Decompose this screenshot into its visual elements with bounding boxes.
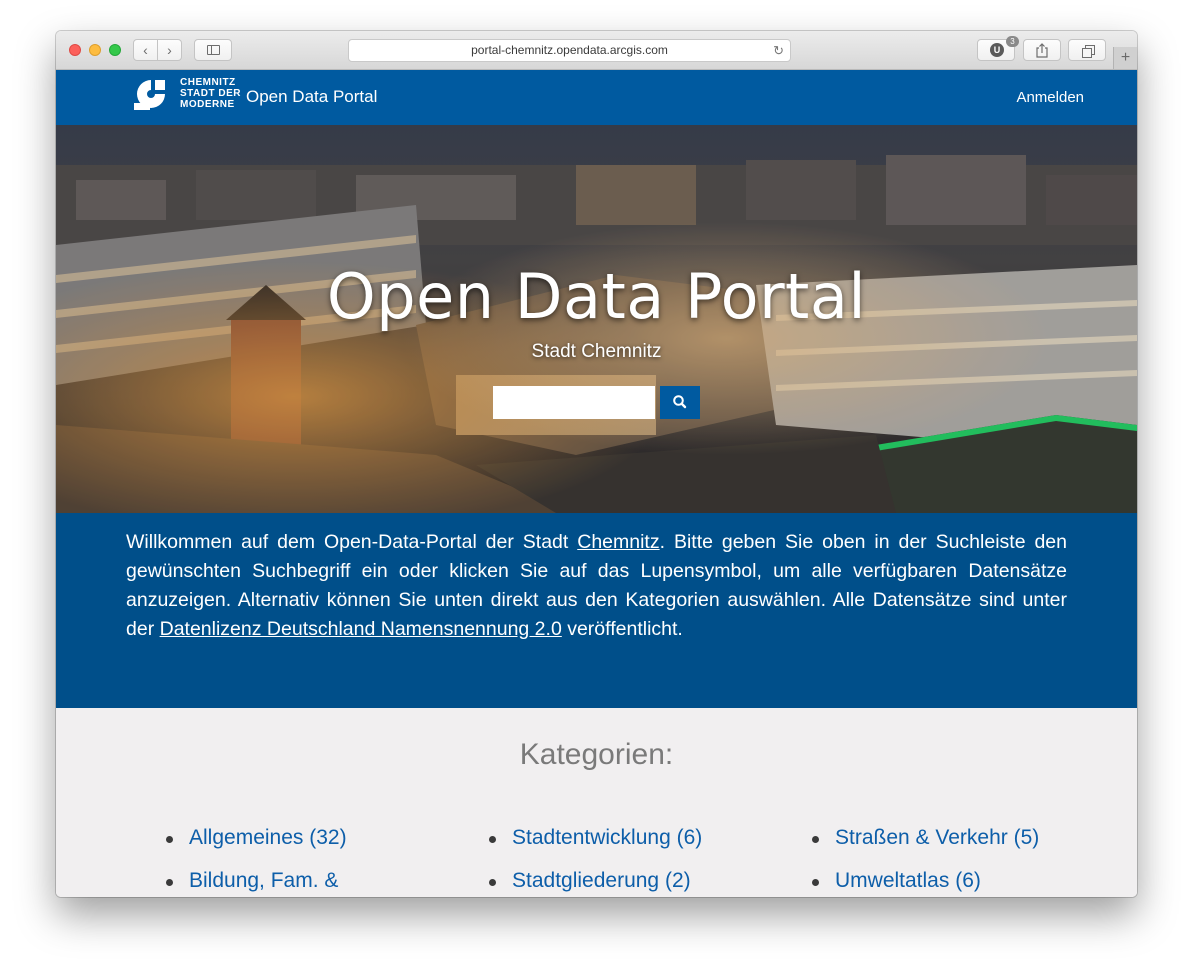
chemnitz-link[interactable]: Chemnitz [577,531,659,553]
address-bar[interactable]: portal-chemnitz.opendata.arcgis.com ↻ [348,39,791,62]
welcome-section: Willkommen auf dem Open-Data-Portal der … [56,513,1137,708]
tab-overview-button[interactable] [1068,39,1106,61]
extension-icon: U [990,43,1004,57]
sidebar-toggle-button[interactable] [194,39,232,61]
browser-toolbar: ‹ › portal-chemnitz.opendata.arcgis.com … [56,31,1137,70]
category-label: Straßen & Verkehr (5) [835,826,1040,849]
chemnitz-logo-icon[interactable] [133,77,169,111]
url-text: portal-chemnitz.opendata.arcgis.com [471,43,668,57]
category-item[interactable]: Stadtgliederung (2) [489,869,702,897]
bullet-icon [489,836,496,843]
license-link[interactable]: Datenlizenz Deutschland Namensnennung 2.… [160,618,562,640]
search-button[interactable] [660,386,700,419]
hero-title: Open Data Portal [326,260,867,333]
chevron-left-icon: ‹ [143,42,148,58]
welcome-text-part: veröffentlicht. [561,618,683,640]
share-icon [1036,43,1048,58]
category-item[interactable]: Allgemeines (32) [166,826,347,869]
login-link[interactable]: Anmelden [1016,89,1084,106]
plus-icon: + [1120,49,1131,66]
sidebar-icon [207,45,220,55]
category-column: Stadtentwicklung (6) Stadtgliederung (2) [489,826,703,897]
category-label: Allgemeines (32) [189,826,347,849]
categories-heading: Kategorien: [519,738,674,771]
hero-banner: Open Data Portal Stadt Chemnitz [56,125,1137,513]
hero-subtitle: Stadt Chemnitz [531,341,662,362]
tabs-icon-back [1082,48,1092,58]
logo-line: MODERNE [180,99,235,110]
forward-button[interactable]: › [157,39,182,61]
category-item[interactable]: Bildung, Fam. & [166,869,347,897]
category-item[interactable]: Umweltatlas (6) [812,869,1039,897]
new-tab-button[interactable]: + [1113,47,1137,69]
search-input[interactable] [493,386,655,419]
welcome-text: Willkommen auf dem Open-Data-Portal der … [126,528,1067,644]
site-header: CHEMNITZ STADT DER MODERNE Open Data Por… [56,70,1137,125]
chevron-right-icon: › [167,42,172,58]
extension-button[interactable]: U 3 [977,36,1019,61]
category-label: Umweltatlas (6) [835,869,981,892]
close-window-button[interactable] [69,44,81,56]
category-item[interactable]: Straßen & Verkehr (5) [812,826,1040,869]
bullet-icon [812,879,819,886]
categories-section: Kategorien: Allgemeines (32) Bildung, Fa… [56,708,1137,897]
minimize-window-button[interactable] [89,44,101,56]
logo-line: CHEMNITZ [180,77,236,88]
bullet-icon [489,879,496,886]
logo-wordmark[interactable]: CHEMNITZ STADT DER MODERNE [180,77,241,110]
category-column: Allgemeines (32) Bildung, Fam. & [166,826,347,897]
zoom-window-button[interactable] [109,44,121,56]
category-item[interactable]: Stadtentwicklung (6) [489,826,703,869]
browser-window: ‹ › portal-chemnitz.opendata.arcgis.com … [56,31,1137,897]
share-button[interactable] [1023,39,1061,61]
welcome-text-part: Willkommen auf dem Open-Data-Portal der … [126,531,578,553]
back-button[interactable]: ‹ [133,39,158,61]
bullet-icon [166,879,173,886]
bullet-icon [812,836,819,843]
category-label: Bildung, Fam. & [189,869,339,892]
search-icon [673,395,687,409]
extension-count-badge: 3 [1006,36,1019,47]
category-label: Stadtentwicklung (6) [512,826,703,849]
bullet-icon [166,836,173,843]
category-label: Stadtgliederung (2) [512,869,691,892]
logo-line: STADT DER [180,88,241,99]
site-title[interactable]: Open Data Portal [246,87,377,107]
reload-icon[interactable]: ↻ [773,40,784,61]
category-column: Straßen & Verkehr (5) Umweltatlas (6) [812,826,1040,897]
